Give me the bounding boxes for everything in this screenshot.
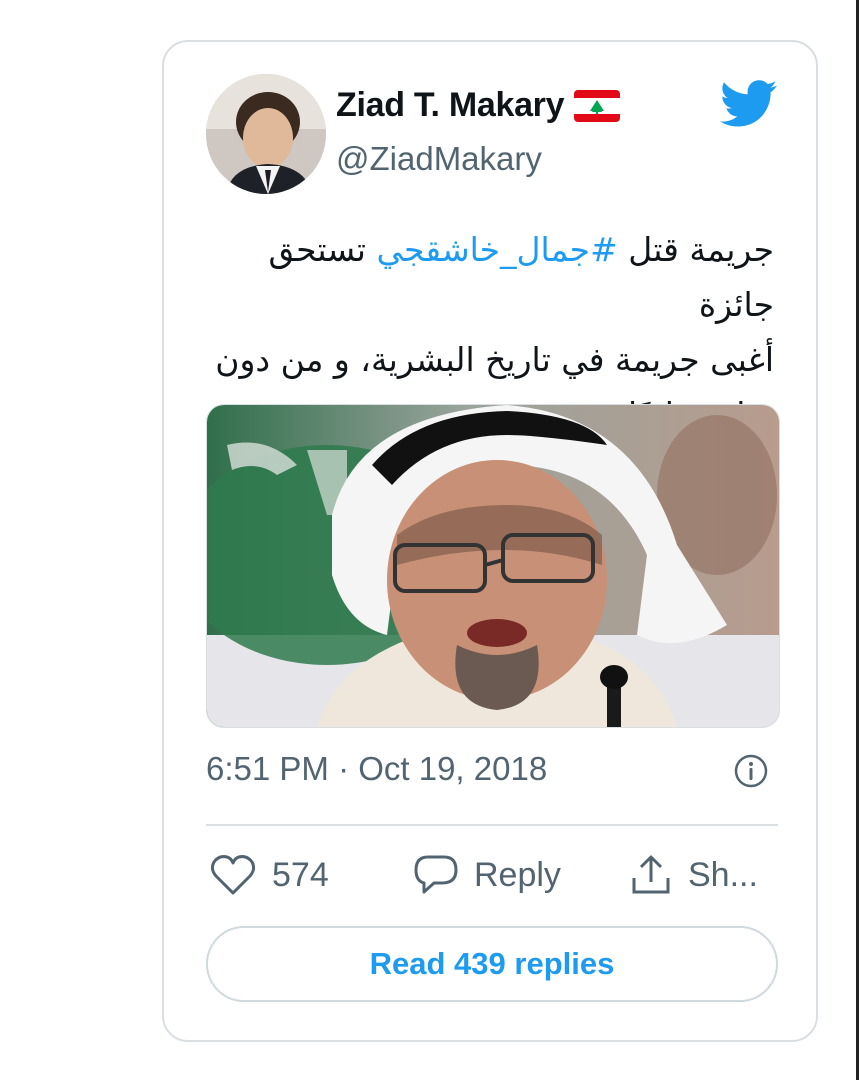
tweet-card: Ziad T. Makary @ZiadMakary جريمة قتل #جم… (162, 40, 818, 1042)
info-icon[interactable] (734, 754, 768, 788)
share-icon (630, 854, 672, 896)
tweet-timestamp[interactable]: 6:51 PM · Oct 19, 2018 (206, 750, 547, 788)
reply-button[interactable]: Reply (414, 854, 561, 896)
read-replies-button[interactable]: Read 439 replies (206, 926, 778, 1002)
tweet-photo[interactable] (206, 404, 780, 728)
tweet-text-line-1: جريمة قتل #جمال_خاشقجي تستحق جائزة (194, 222, 774, 332)
share-button[interactable]: Sh... (630, 854, 758, 896)
reply-label: Reply (474, 855, 561, 894)
lebanon-flag-icon (574, 89, 621, 122)
author-name-row: Ziad T. Makary (336, 86, 621, 125)
twitter-bird-icon[interactable] (719, 80, 778, 128)
share-label: Sh... (688, 855, 758, 894)
tweet-text-segment: جريمة قتل (617, 230, 774, 269)
tweet-text-line-2: أغبى جريمة في تاريخ البشرية، و من دون (215, 340, 774, 379)
like-button[interactable]: 574 (210, 854, 329, 896)
heart-icon (210, 854, 256, 896)
hashtag-link[interactable]: #جمال_خاشقجي (376, 230, 617, 269)
avatar[interactable] (206, 74, 326, 194)
author-display-name[interactable]: Ziad T. Makary (336, 86, 565, 125)
like-count: 574 (272, 855, 329, 894)
reply-bubble-icon (414, 854, 458, 896)
divider (206, 824, 778, 826)
author-handle[interactable]: @ZiadMakary (336, 140, 542, 178)
